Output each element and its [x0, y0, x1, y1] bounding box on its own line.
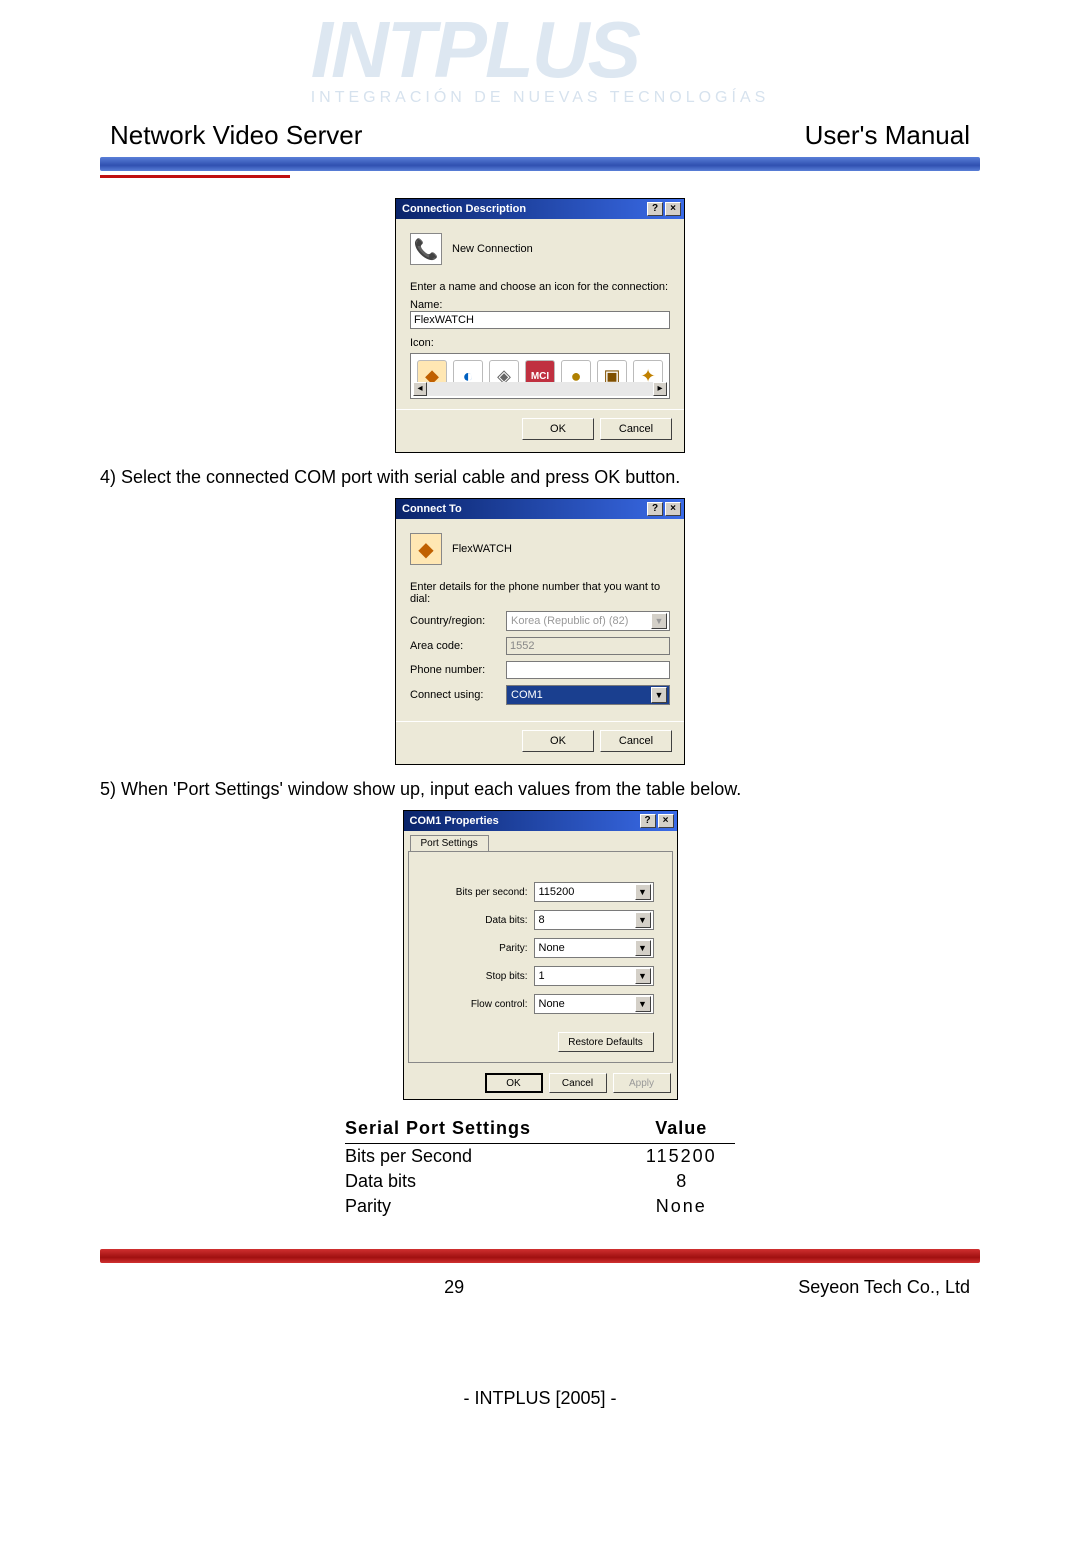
header-left: Network Video Server [110, 120, 362, 151]
titlebar: Connect To ? × [396, 499, 684, 519]
header-accent [100, 175, 290, 178]
data-bits-value: 8 [539, 914, 545, 926]
bps-label: Bits per second: [427, 887, 528, 898]
footer-divider [100, 1249, 980, 1263]
chevron-down-icon: ▼ [651, 613, 667, 629]
phone-input[interactable] [506, 661, 670, 679]
dialog-prompt: Enter details for the phone number that … [410, 581, 670, 605]
name-label: Name: [410, 299, 670, 311]
data-bits-label: Data bits: [427, 915, 528, 926]
parity-dropdown[interactable]: None ▼ [534, 938, 654, 958]
setting-value: 115200 [628, 1144, 735, 1170]
parity-value: None [539, 942, 565, 954]
com1-properties-dialog: COM1 Properties ? × Port Settings Bits p… [403, 810, 678, 1100]
dialog-title: Connection Description [402, 203, 526, 215]
chevron-down-icon[interactable]: ▼ [651, 687, 667, 703]
area-code-label: Area code: [410, 640, 500, 652]
chevron-down-icon[interactable]: ▼ [635, 884, 651, 900]
table-row: Data bits 8 [345, 1169, 735, 1194]
page-header: Network Video Server User's Manual [100, 120, 980, 151]
phone-label: Phone number: [410, 664, 500, 676]
ok-button[interactable]: OK [522, 730, 594, 752]
close-icon[interactable]: × [665, 502, 681, 516]
cancel-button[interactable]: Cancel [600, 730, 672, 752]
country-value: Korea (Republic of) (82) [511, 615, 628, 627]
step-4-text: 4) Select the connected COM port with se… [100, 467, 980, 488]
apply-button: Apply [613, 1073, 671, 1093]
setting-value: 8 [628, 1169, 735, 1194]
bps-value: 115200 [539, 886, 575, 898]
tab-port-settings[interactable]: Port Settings [410, 835, 489, 851]
close-icon[interactable]: × [665, 202, 681, 216]
flow-control-value: None [539, 998, 565, 1010]
dialog-prompt: Enter a name and choose an icon for the … [410, 281, 670, 293]
close-icon[interactable]: × [658, 814, 674, 828]
ok-button[interactable]: OK [485, 1073, 543, 1093]
setting-name: Bits per Second [345, 1144, 628, 1170]
col-value: Value [628, 1114, 735, 1144]
titlebar: Connection Description ? × [396, 199, 684, 219]
icon-chooser[interactable]: ◆ ◐ ◈ MCI ● ▣ ✦ ◂ ▸ [410, 353, 670, 399]
scroll-track[interactable] [427, 382, 653, 396]
brand-tagline: INTEGRACIÓN DE NUEVAS TECNOLOGÍAS [311, 90, 770, 106]
chevron-down-icon[interactable]: ▼ [635, 940, 651, 956]
flexwatch-label: FlexWATCH [452, 543, 512, 555]
flexwatch-icon: ◆ [410, 533, 442, 565]
setting-value: None [628, 1194, 735, 1219]
restore-defaults-button[interactable]: Restore Defaults [558, 1032, 654, 1052]
data-bits-dropdown[interactable]: 8▼ [534, 910, 654, 930]
connection-description-dialog: Connection Description ? × 📞 New Connect… [395, 198, 685, 453]
scroll-right-icon[interactable]: ▸ [653, 382, 667, 396]
country-dropdown: Korea (Republic of) (82) ▼ [506, 611, 670, 631]
parity-label: Parity: [427, 943, 528, 954]
ok-button[interactable]: OK [522, 418, 594, 440]
cancel-button[interactable]: Cancel [600, 418, 672, 440]
chevron-down-icon[interactable]: ▼ [635, 968, 651, 984]
bps-dropdown[interactable]: 115200 ▼ [534, 882, 654, 902]
stop-bits-dropdown[interactable]: 1▼ [534, 966, 654, 986]
help-icon[interactable]: ? [647, 202, 663, 216]
flow-control-dropdown[interactable]: None ▼ [534, 994, 654, 1014]
serial-port-settings-table: Serial Port Settings Value Bits per Seco… [345, 1114, 735, 1219]
header-divider [100, 157, 980, 171]
stop-bits-value: 1 [539, 970, 545, 982]
help-icon[interactable]: ? [640, 814, 656, 828]
footer-brandline: - INTPLUS [2005] - [463, 1388, 616, 1409]
titlebar: COM1 Properties ? × [404, 811, 677, 831]
setting-name: Data bits [345, 1169, 628, 1194]
chevron-down-icon[interactable]: ▼ [635, 912, 651, 928]
scroll-left-icon[interactable]: ◂ [413, 382, 427, 396]
connect-using-dropdown[interactable]: COM1 ▼ [506, 685, 670, 705]
connect-using-label: Connect using: [410, 689, 500, 701]
table-row: Parity None [345, 1194, 735, 1219]
company-name: Seyeon Tech Co., Ltd [798, 1277, 970, 1298]
step-5-text: 5) When 'Port Settings' window show up, … [100, 779, 980, 800]
brand-text: INTPLUS [311, 5, 639, 94]
page-number: 29 [444, 1277, 464, 1298]
connect-to-dialog: Connect To ? × ◆ FlexWATCH Enter details… [395, 498, 685, 765]
new-connection-label: New Connection [452, 243, 533, 255]
icon-label: Icon: [410, 337, 670, 349]
stop-bits-label: Stop bits: [427, 971, 528, 982]
new-connection-icon: 📞 [410, 233, 442, 265]
connect-using-value: COM1 [511, 689, 543, 701]
setting-name: Parity [345, 1194, 628, 1219]
connection-name-input[interactable] [410, 311, 670, 329]
table-row: Bits per Second 115200 [345, 1144, 735, 1170]
logo-watermark: INTPLUS INTEGRACIÓN DE NUEVAS TECNOLOGÍA… [311, 10, 770, 106]
help-icon[interactable]: ? [647, 502, 663, 516]
chevron-down-icon[interactable]: ▼ [635, 996, 651, 1012]
col-setting: Serial Port Settings [345, 1114, 628, 1144]
country-label: Country/region: [410, 615, 500, 627]
dialog-title: COM1 Properties [410, 815, 499, 827]
header-right: User's Manual [805, 120, 970, 151]
dialog-title: Connect To [402, 503, 462, 515]
area-code-input [506, 637, 670, 655]
flow-control-label: Flow control: [427, 999, 528, 1010]
cancel-button[interactable]: Cancel [549, 1073, 607, 1093]
